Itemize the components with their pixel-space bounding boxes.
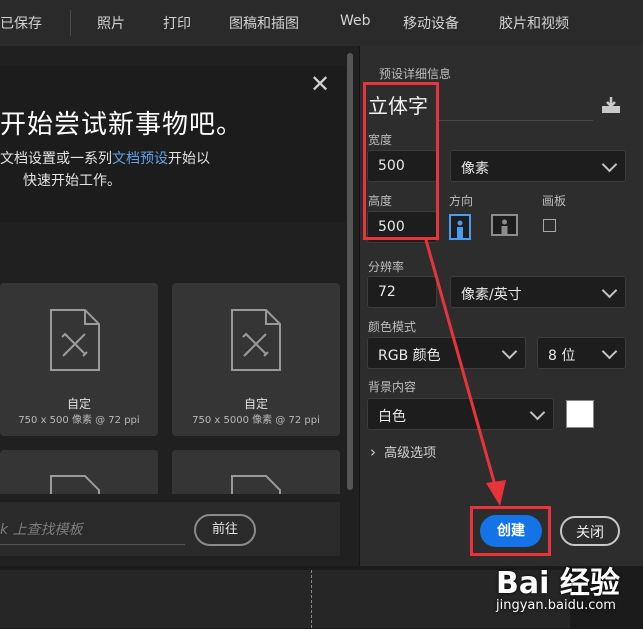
template-search-input[interactable]: k 上查找模板 [0, 519, 83, 539]
go-button[interactable]: 前往 [194, 514, 256, 546]
chevron-right-icon: › [370, 443, 376, 461]
baidu-watermark-url: jingyan.baidu.com [496, 598, 616, 613]
baidu-watermark-logo: Bai 经验 [496, 566, 620, 601]
preset-card[interactable] [172, 450, 340, 494]
document-icon [231, 475, 281, 494]
tab-mobile[interactable]: 移动设备 [403, 13, 459, 33]
tab-saved[interactable]: 已保存 [0, 13, 42, 33]
orientation-label: 方向 [449, 194, 474, 208]
intro-text-pre: 文档设置或一系列 [0, 151, 112, 167]
preset-card[interactable] [0, 450, 158, 494]
create-button[interactable]: 创建 [480, 515, 542, 547]
unit-value: 像素 [461, 161, 489, 177]
intro-banner [0, 66, 346, 222]
resolution-label: 分辨率 [368, 260, 405, 274]
highlight-box-size [363, 82, 439, 240]
preset-size: 750 x 500 像素 @ 72 ppi [18, 415, 140, 426]
bit-depth-value: 8 位 [548, 348, 576, 364]
save-preset-icon[interactable] [601, 96, 621, 114]
intro-text-post: 开始以 [168, 151, 210, 167]
chevron-down-icon [529, 404, 546, 421]
background-label: 背景内容 [368, 380, 417, 394]
intro-title: 开始尝试新事物吧。 [0, 110, 244, 140]
artboard-checkbox[interactable] [543, 219, 556, 232]
tab-divider [70, 10, 71, 36]
landscape-orientation-icon[interactable] [491, 214, 518, 236]
section-title: 预设详细信息 [379, 67, 452, 81]
tab-photo[interactable]: 照片 [97, 13, 125, 33]
chevron-down-icon [601, 343, 618, 360]
preset-card[interactable]: 自定 750 x 5000 像素 @ 72 ppi [172, 283, 340, 436]
preset-size: 750 x 5000 像素 @ 72 ppi [192, 415, 320, 426]
tab-web[interactable]: Web [340, 13, 371, 29]
preset-name: 自定 [243, 397, 268, 411]
preset-category-tabs: 已保存 照片 打印 图稿和插图 Web 移动设备 胶片和视频 [0, 0, 643, 47]
bit-depth-select[interactable]: 8 位 [537, 337, 626, 369]
highlight-arrow [424, 239, 506, 506]
tab-print[interactable]: 打印 [163, 13, 191, 33]
presets-scrollbar[interactable] [347, 53, 353, 490]
search-underline [0, 544, 185, 545]
document-icon [231, 309, 281, 371]
intro-text-line2: 快速开始工作。 [23, 173, 121, 189]
canvas-guide [311, 570, 312, 628]
document-icon [50, 309, 100, 371]
document-presets-link[interactable]: 文档预设 [112, 151, 168, 167]
canvas-area [0, 570, 570, 628]
tab-art-illustration[interactable]: 图稿和插图 [229, 13, 299, 33]
chevron-down-icon [601, 282, 618, 299]
color-mode-label: 颜色模式 [368, 320, 417, 334]
chevron-down-icon [601, 156, 618, 173]
background-value: 白色 [378, 409, 406, 425]
unit-select[interactable]: 像素 [450, 150, 626, 182]
background-color-swatch[interactable] [566, 400, 594, 428]
preset-card[interactable]: 自定 750 x 500 像素 @ 72 ppi [0, 283, 158, 436]
close-icon[interactable]: ✕ [309, 72, 331, 96]
portrait-orientation-icon[interactable] [449, 214, 471, 240]
document-icon [50, 475, 100, 494]
tab-film-video[interactable]: 胶片和视频 [499, 13, 569, 33]
artboard-label: 画板 [542, 194, 567, 208]
intro-text: 文档设置或一系列文档预设开始以 快速开始工作。 [0, 148, 210, 192]
preset-name-underline [439, 120, 593, 121]
close-button[interactable]: 关闭 [560, 516, 620, 546]
preset-name: 自定 [66, 397, 91, 411]
resolution-value: 72 [378, 284, 396, 300]
